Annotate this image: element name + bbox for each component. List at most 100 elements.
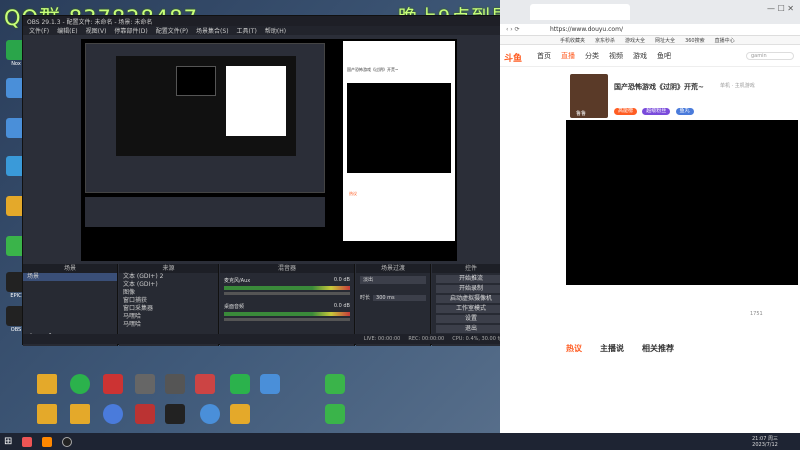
obs-titlebar[interactable]: OBS 29.1.3 - 配置文件: 未命名 - 场景: 未命名 <box>23 16 511 26</box>
app-icon[interactable] <box>165 374 185 394</box>
duration-label: 时长 <box>360 295 371 301</box>
browser-tab[interactable] <box>530 4 630 20</box>
folder-icon[interactable] <box>37 374 57 394</box>
tab-related[interactable]: 相关推荐 <box>642 343 674 354</box>
source-item[interactable]: 窗口捕获 <box>119 297 218 305</box>
taskbar-app-icon[interactable] <box>22 436 33 447</box>
tab-hot[interactable]: 热议 <box>566 343 582 354</box>
menu-docks[interactable]: 停靠部件(D) <box>114 26 147 35</box>
transitions-dock-title: 场景过渡 <box>356 264 430 273</box>
menu-help[interactable]: 帮助(H) <box>265 26 286 35</box>
stream-title: 国产恐怖游戏《过阴》开荒~ <box>614 83 704 91</box>
source-item[interactable]: 马嘿哈 <box>119 321 218 329</box>
site-logo[interactable]: 斗鱼 <box>504 51 522 64</box>
source-item[interactable]: 文本 (GDI+) 2 <box>119 273 218 281</box>
start-recording-button[interactable]: 开始录制 <box>436 285 506 293</box>
menu-scene-collection[interactable]: 场景集合(S) <box>196 26 229 35</box>
bookmark[interactable]: 游戏大全 <box>625 37 645 44</box>
cpu-status: CPU: 0.4%, 30.00 fps <box>452 336 505 342</box>
app-icon[interactable] <box>165 404 185 424</box>
clock[interactable]: 21:07 周三 2023/7/12 <box>752 436 778 448</box>
bookmark[interactable]: 手机收藏夹 <box>560 37 585 44</box>
app-icon[interactable] <box>230 374 250 394</box>
nav-home[interactable]: 首页 <box>537 51 551 61</box>
folder-icon[interactable] <box>70 404 90 424</box>
video-player[interactable] <box>566 120 798 285</box>
app-icon[interactable] <box>200 404 220 424</box>
app-icon[interactable] <box>135 404 155 424</box>
bookmark[interactable]: 360搜索 <box>685 37 705 44</box>
search-input[interactable]: gamin <box>746 51 794 60</box>
mixer-track-name: 桌面音频 <box>224 304 245 310</box>
app-icon[interactable] <box>325 374 345 394</box>
app-icon[interactable] <box>103 374 123 394</box>
badge[interactable]: 超级粉丝 <box>642 108 671 115</box>
nav-game[interactable]: 游戏 <box>633 51 647 61</box>
studio-mode-button[interactable]: 工作室模式 <box>436 305 506 313</box>
site-nav: 斗鱼 首页 直播 分类 视频 游戏 鱼吧 gamin <box>500 45 800 67</box>
preview-browser: 国产恐怖游戏《过阴》开荒~ 热议 <box>343 41 455 241</box>
app-icon[interactable] <box>195 374 215 394</box>
rec-status: REC: 00:00:00 <box>408 336 445 342</box>
bookmark[interactable]: 京东秒杀 <box>595 37 615 44</box>
badge[interactable]: 高能榜 <box>614 108 638 115</box>
transition-select[interactable]: 淡出 <box>360 276 426 284</box>
virtual-camera-button[interactable]: 启动虚拟摄像机 <box>436 295 506 303</box>
app-icon[interactable] <box>135 374 155 394</box>
tab-streamer-say[interactable]: 主播说 <box>600 343 624 354</box>
source-item[interactable]: 文本 (GDI+) <box>119 281 218 289</box>
menu-tools[interactable]: 工具(T) <box>237 26 257 35</box>
content-tabs: 热议 主播说 相关推荐 <box>566 343 674 354</box>
app-icon[interactable] <box>325 404 345 424</box>
streamer-name: 鲁鲁 <box>576 111 587 117</box>
badge[interactable]: 鱼丸 <box>675 108 694 115</box>
preview-nested-docks <box>85 197 325 227</box>
bookmark[interactable]: 直播中心 <box>715 37 735 44</box>
browser-window[interactable]: — ☐ ✕ ‹ › ⟳ https://www.douyu.com/ 手机收藏夹… <box>500 0 800 433</box>
taskbar-app-icon[interactable] <box>42 436 53 447</box>
source-item[interactable]: 图像 <box>119 289 218 297</box>
nav-category[interactable]: 分类 <box>585 51 599 61</box>
nav-arrows-icon[interactable]: ‹ › ⟳ <box>506 26 520 33</box>
app-icon[interactable] <box>103 404 123 424</box>
window-controls[interactable]: — ☐ ✕ <box>767 4 794 13</box>
folder-icon[interactable] <box>37 404 57 424</box>
preview-nested-canvas <box>116 56 296 156</box>
menu-view[interactable]: 视图(V) <box>86 26 107 35</box>
obs-window[interactable]: OBS 29.1.3 - 配置文件: 未命名 - 场景: 未命名 文件(F) 编… <box>22 15 512 346</box>
menu-profile[interactable]: 配置文件(P) <box>156 26 188 35</box>
source-item[interactable]: 马嘿哈 <box>119 313 218 321</box>
obs-title: OBS 29.1.3 - 配置文件: 未命名 - 场景: 未命名 <box>27 18 153 26</box>
scene-item[interactable]: 场景 <box>23 273 117 281</box>
live-status: LIVE: 00:00:00 <box>363 336 401 342</box>
url-input[interactable]: https://www.douyu.com/ <box>550 26 623 33</box>
bookmark[interactable]: 网址大全 <box>655 37 675 44</box>
clock-date: 2023/7/12 <box>752 441 778 448</box>
exit-button[interactable]: 退出 <box>436 325 506 333</box>
nav-live[interactable]: 直播 <box>561 51 575 61</box>
nav-video[interactable]: 视频 <box>609 51 623 61</box>
desktop-bottom-icons <box>35 372 495 432</box>
clock-time: 21:07 周三 <box>752 435 778 442</box>
source-item[interactable]: 窗口采集器 <box>119 305 218 313</box>
obs-preview[interactable]: 国产恐怖游戏《过阴》开荒~ 热议 <box>81 39 457 261</box>
app-icon[interactable] <box>230 404 250 424</box>
start-icon[interactable]: ⊞ <box>4 436 12 447</box>
menu-edit[interactable]: 编辑(E) <box>57 26 77 35</box>
app-icon[interactable] <box>70 374 90 394</box>
settings-button[interactable]: 设置 <box>436 315 506 323</box>
controls-dock-title: 控件 <box>432 264 510 273</box>
menu-file[interactable]: 文件(F) <box>29 26 49 35</box>
stream-category: 单机 · 主机游戏 <box>720 83 755 89</box>
volume-slider[interactable] <box>224 292 350 295</box>
duration-input[interactable]: 300 ms <box>373 294 426 301</box>
obs-taskbar-icon[interactable] <box>62 436 73 447</box>
app-icon[interactable] <box>260 374 280 394</box>
viewer-count: 1751 <box>750 311 763 317</box>
nav-fishbar[interactable]: 鱼吧 <box>657 51 671 61</box>
preview-tab: 热议 <box>349 191 357 196</box>
mixer-track-level: 0.0 dB <box>333 303 350 309</box>
start-streaming-button[interactable]: 开始推流 <box>436 275 506 283</box>
volume-slider[interactable] <box>224 318 350 321</box>
obs-menubar: 文件(F) 编辑(E) 视图(V) 停靠部件(D) 配置文件(P) 场景集合(S… <box>23 26 511 35</box>
